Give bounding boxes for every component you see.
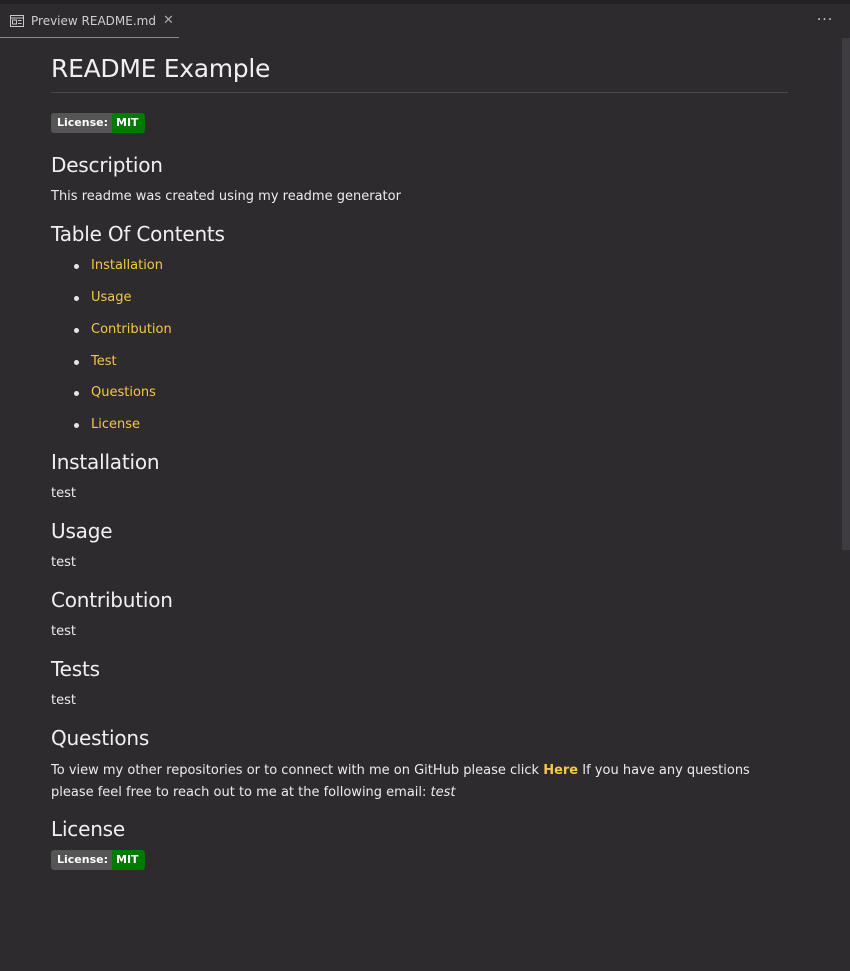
license-badge-top: License: MIT [51,113,145,133]
tests-text: test [51,693,76,708]
description-text: This readme was created using my readme … [51,189,401,204]
toc-link-usage[interactable]: Usage [91,290,132,305]
email-value: test [430,785,456,800]
heading-questions: Questions [51,726,150,750]
heading-tests: Tests [51,657,100,681]
preview-icon [10,14,24,27]
close-icon[interactable]: ✕ [163,13,174,28]
heading-usage: Usage [51,519,113,543]
tab-bar: Preview README.md ✕ ··· [0,4,850,38]
badge-value: MIT [112,113,145,133]
license-badge-bottom: License: MIT [51,850,145,870]
more-actions-icon[interactable]: ··· [814,12,836,32]
contribution-text: test [51,624,76,639]
heading-description: Description [51,153,163,177]
questions-text-before: To view my other repositories or to conn… [51,763,544,778]
toc-link-installation[interactable]: Installation [91,258,163,273]
scrollbar[interactable] [842,38,850,550]
heading-contribution: Contribution [51,588,173,612]
installation-text: test [51,486,76,501]
bullet [74,391,79,396]
questions-text: To view my other repositories or to conn… [51,760,788,804]
bullet [74,360,79,365]
tab-preview-readme[interactable]: Preview README.md ✕ [0,4,179,38]
tab-label: Preview README.md [31,13,156,28]
badge-label: License: [51,850,112,870]
page-title: README Example [51,54,271,83]
heading-installation: Installation [51,450,160,474]
bullet [74,423,79,428]
toc-link-questions[interactable]: Questions [91,385,156,400]
title-divider [51,92,788,93]
github-link[interactable]: Here [543,763,578,778]
heading-license: License [51,817,126,841]
toc-link-license[interactable]: License [91,417,140,432]
bullet [74,296,79,301]
badge-value: MIT [112,850,145,870]
toc-link-test[interactable]: Test [91,354,117,369]
toc-link-contribution[interactable]: Contribution [91,322,172,337]
bullet [74,264,79,269]
usage-text: test [51,555,76,570]
bullet [74,328,79,333]
badge-label: License: [51,113,112,133]
heading-table-of-contents: Table Of Contents [51,222,225,246]
